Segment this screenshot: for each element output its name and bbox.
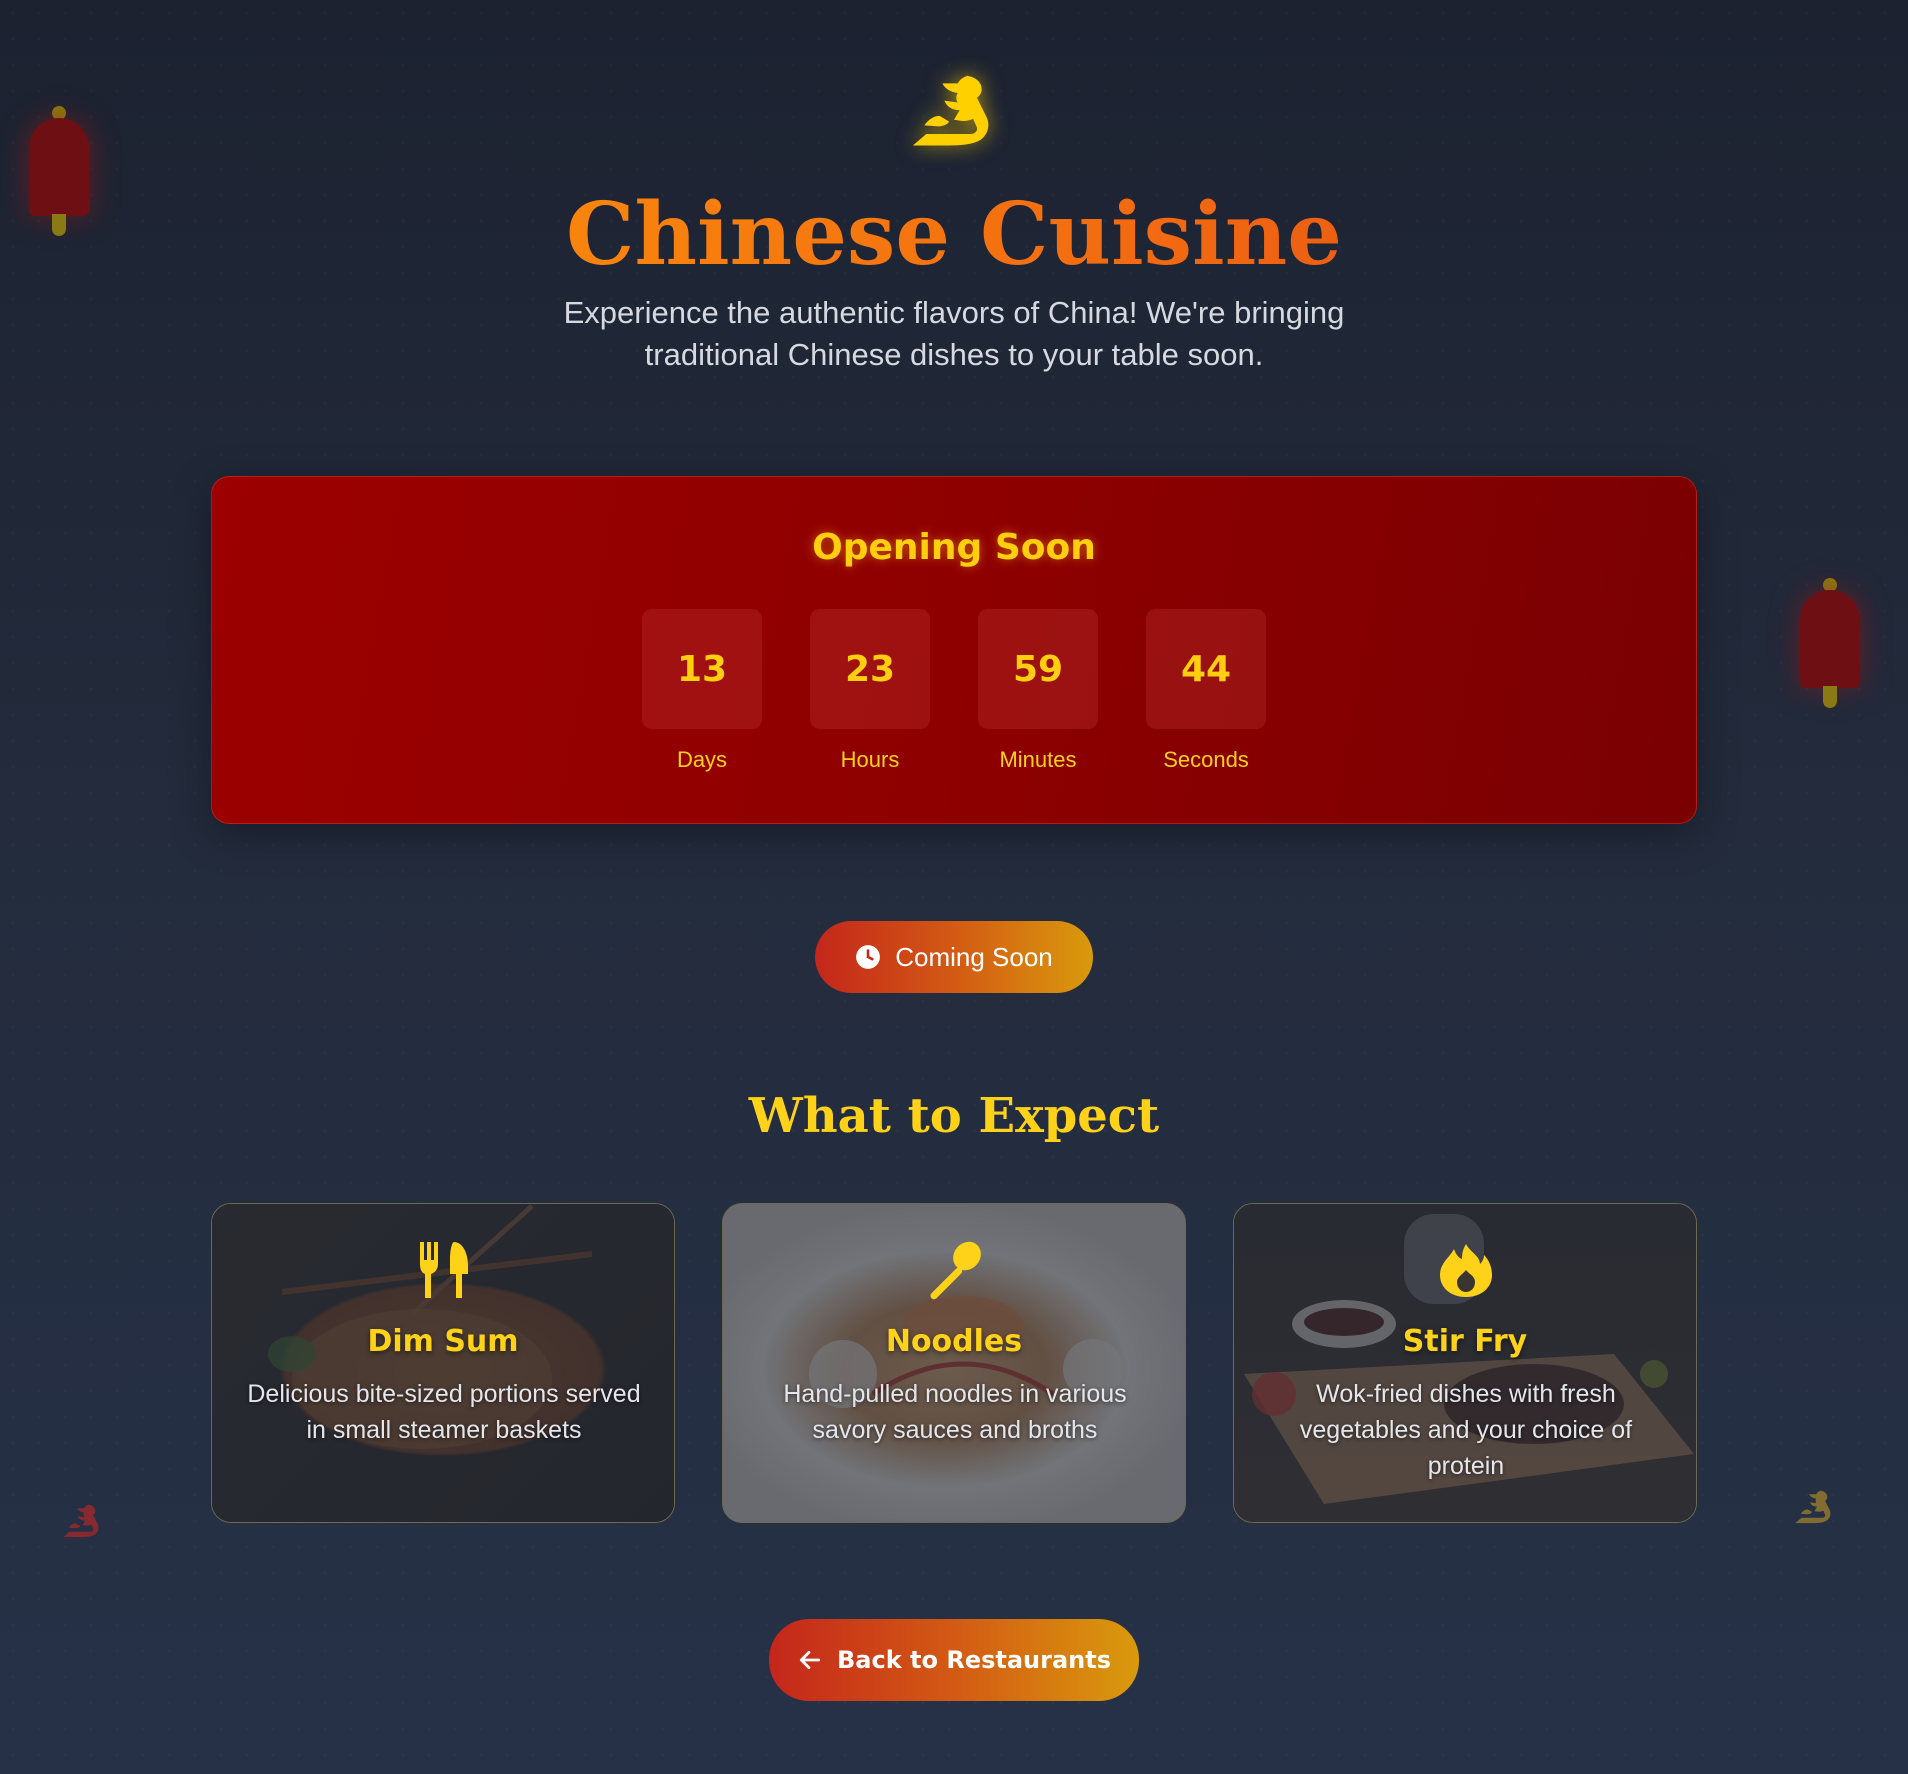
utensils-icon (414, 1240, 474, 1300)
countdown-days: 13 Days (642, 609, 762, 773)
what-to-expect-title: What to Expect (748, 1088, 1160, 1144)
card-description: Wok-fried dishes with fresh vegetables a… (1299, 1380, 1633, 1480)
page-title: Chinese Cuisine (0, 180, 1908, 290)
card-title: Noodles (885, 1324, 1023, 1359)
countdown-seconds: 44 Seconds (1146, 609, 1266, 773)
dragon-decoration-icon (1790, 1488, 1838, 1528)
dragon-decoration-icon (58, 1502, 106, 1542)
page: Chinese Cuisine Experience the authentic… (0, 0, 1908, 1774)
countdown-days-value: 13 (642, 609, 762, 729)
fire-icon (1436, 1240, 1496, 1300)
card-title: Dim Sum (367, 1324, 519, 1359)
countdown-days-label: Days (676, 747, 728, 772)
countdown-hours-label: Hours (840, 747, 900, 772)
countdown-minutes-value: 59 (978, 609, 1098, 729)
feature-card-dim-sum[interactable]: Dim Sum Delicious bite-sized portions se… (211, 1203, 675, 1523)
card-title: Stir Fry (1402, 1324, 1528, 1359)
spoon-icon (925, 1240, 985, 1300)
card-description: Delicious bite-sized portions served in … (247, 1380, 641, 1444)
countdown-minutes: 59 Minutes (978, 609, 1098, 773)
page-subtitle: Experience the authentic flavors of Chin… (563, 295, 1345, 372)
countdown-panel: Opening Soon 13 Days 23 Hours 59 Minutes… (211, 476, 1697, 824)
dragon-icon (905, 70, 1001, 156)
countdown-seconds-label: Seconds (1163, 747, 1249, 772)
countdown-units: 13 Days 23 Hours 59 Minutes 44 Seconds (642, 609, 1268, 789)
back-to-restaurants-button[interactable]: Back to Restaurants (769, 1619, 1139, 1701)
countdown-seconds-value: 44 (1146, 609, 1266, 729)
lantern-decoration-right (1800, 578, 1860, 708)
countdown-hours: 23 Hours (810, 609, 930, 773)
feature-card-stir-fry[interactable]: Stir Fry Wok-fried dishes with fresh veg… (1233, 1203, 1697, 1523)
clock-icon (855, 944, 881, 970)
back-button-label: Back to Restaurants (836, 1646, 1112, 1674)
countdown-hours-value: 23 (810, 609, 930, 729)
coming-soon-button[interactable]: Coming Soon (815, 921, 1093, 993)
coming-soon-label: Coming Soon (895, 941, 1053, 972)
countdown-minutes-label: Minutes (999, 747, 1077, 772)
feature-card-noodles[interactable]: Noodles Hand-pulled noodles in various s… (722, 1203, 1186, 1523)
countdown-title: Opening Soon (812, 527, 1096, 568)
card-description: Hand-pulled noodles in various savory sa… (783, 1380, 1127, 1444)
arrow-left-icon (797, 1647, 823, 1673)
